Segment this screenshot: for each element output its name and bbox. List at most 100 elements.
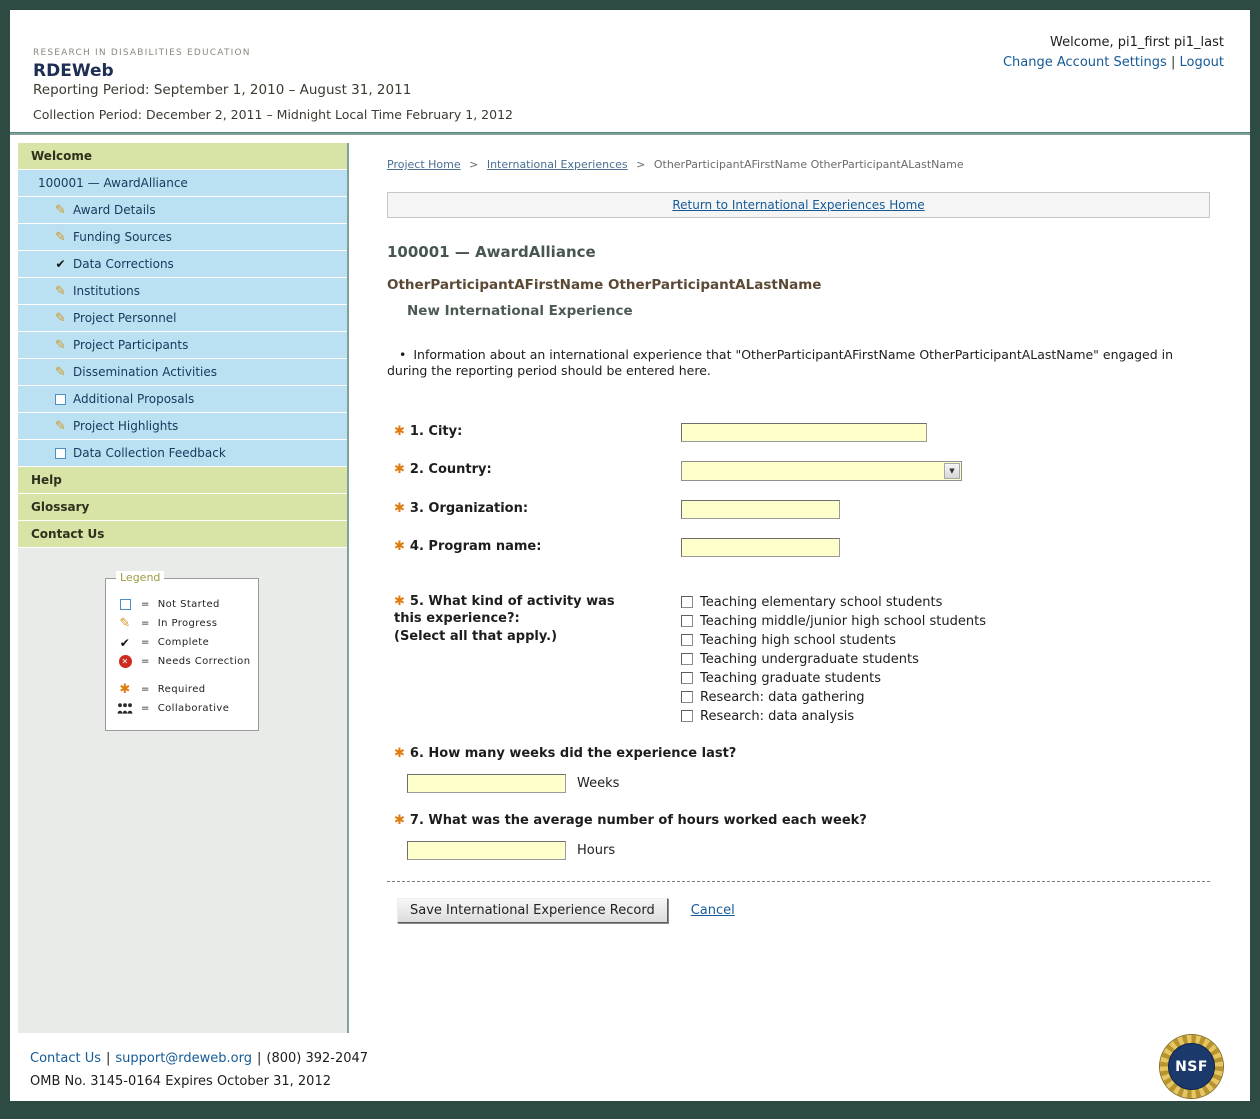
sidebar-item-glossary[interactable]: Glossary [18,494,347,521]
sidebar-item-dissemination-activities[interactable]: ✎ Dissemination Activities [18,359,347,386]
legend-equals: = [141,637,150,648]
sidebar-item-welcome[interactable]: Welcome [18,143,347,170]
activity-note: (Select all that apply.) [394,628,631,646]
breadcrumb-current: OtherParticipantAFirstName OtherParticip… [654,158,964,171]
form-divider [387,881,1210,882]
not-started-checkbox-icon [117,599,133,610]
pencil-icon: ✎ [117,617,133,630]
participant-heading: OtherParticipantAFirstName OtherParticip… [387,277,1210,293]
info-bullet-text: Information about an international exper… [387,347,1173,378]
return-bar: Return to International Experiences Home [387,192,1210,218]
checkbox-icon[interactable] [681,634,693,646]
hours-input[interactable] [407,841,566,860]
checkbox-icon[interactable] [681,615,693,627]
sidebar-item-label: Data Corrections [73,257,174,271]
field-label: 7. What was the average number of hours … [410,813,867,828]
sidebar-item-label: Welcome [31,149,92,163]
sidebar-item-project-participants[interactable]: ✎ Project Participants [18,332,347,359]
required-asterisk-icon: ✱ [394,746,405,761]
required-asterisk-icon: ✱ [394,424,405,439]
pencil-icon: ✎ [52,366,69,379]
sidebar-item-help[interactable]: Help [18,467,347,494]
activity-option-teaching-undergraduate[interactable]: Teaching undergraduate students [681,650,986,669]
sidebar-item-label: Glossary [31,500,89,514]
activity-option-research-data-gathering[interactable]: Research: data gathering [681,688,986,707]
checkbox-icon[interactable] [681,710,693,722]
sidebar-item-award-details[interactable]: ✎ Award Details [18,197,347,224]
weeks-unit-label: Weeks [577,776,619,791]
main-content: Project Home > International Experiences… [349,143,1250,1033]
city-input[interactable] [681,423,927,442]
form-row-country: ✱2. Country: ▼ [387,461,1210,481]
field-label: 3. Organization: [410,501,528,516]
legend-equals: = [141,618,150,629]
breadcrumb-link-international-experiences[interactable]: International Experiences [487,158,628,171]
country-select[interactable]: ▼ [681,461,962,481]
footer-separator: | [106,1051,110,1066]
form-row-city: ✱1. City: [387,423,1210,442]
sidebar-award-item[interactable]: 100001 — AwardAlliance [18,170,347,197]
dropdown-arrow-icon[interactable]: ▼ [944,463,960,479]
return-to-international-experiences-link[interactable]: Return to International Experiences Home [672,198,924,212]
form-title: New International Experience [407,303,1210,319]
sidebar-item-label: Project Highlights [73,419,178,433]
checkbox-label: Teaching undergraduate students [700,652,919,667]
checkbox-icon[interactable] [681,596,693,608]
save-international-experience-button[interactable]: Save International Experience Record [397,898,668,923]
pencil-icon: ✎ [52,312,69,325]
sidebar-item-contact-us[interactable]: Contact Us [18,521,347,548]
sidebar-item-data-corrections[interactable]: ✔ Data Corrections [18,251,347,278]
checkbox-icon[interactable] [681,691,693,703]
activity-option-teaching-middle-junior-high[interactable]: Teaching middle/junior high school stude… [681,612,986,631]
sidebar-item-project-highlights[interactable]: ✎ Project Highlights [18,413,347,440]
change-account-settings-link[interactable]: Change Account Settings [1003,55,1167,70]
activity-option-research-data-analysis[interactable]: Research: data analysis [681,707,986,726]
activity-options: Teaching elementary school students Teac… [681,593,986,726]
sidebar-item-institutions[interactable]: ✎ Institutions [18,278,347,305]
activity-option-teaching-elementary[interactable]: Teaching elementary school students [681,593,986,612]
required-asterisk-icon: ✱ [394,462,405,477]
breadcrumb-link-project-home[interactable]: Project Home [387,158,461,171]
sidebar-item-funding-sources[interactable]: ✎ Funding Sources [18,224,347,251]
header-separator: | [1171,55,1175,70]
pencil-icon: ✎ [52,420,69,433]
activity-option-teaching-graduate[interactable]: Teaching graduate students [681,669,986,688]
checkbox-icon[interactable] [681,672,693,684]
cancel-link[interactable]: Cancel [691,903,735,918]
legend-item-complete: ✔ = Complete [117,633,252,652]
footer-contact-us-link[interactable]: Contact Us [30,1051,101,1066]
sidebar-item-label: Award Details [73,203,156,217]
city-label: ✱1. City: [387,423,681,441]
pencil-icon: ✎ [52,204,69,217]
welcome-user-text: Welcome, pi1_first pi1_last [1003,35,1224,50]
legend-label: Collaborative [158,703,229,714]
legend-spacer [117,671,252,680]
sidebar-award-label: 100001 — AwardAlliance [38,176,188,190]
organization-label: ✱3. Organization: [387,500,681,518]
sidebar-item-label: Additional Proposals [73,392,194,406]
sidebar-item-data-collection-feedback[interactable]: Data Collection Feedback [18,440,347,467]
legend-item-in-progress: ✎ = In Progress [117,614,252,633]
breadcrumb-separator: > [469,158,478,171]
nsf-logo: NSF [1160,1035,1223,1098]
legend-title: Legend [116,571,164,584]
sidebar-item-label: Dissemination Activities [73,365,217,379]
check-icon: ✔ [117,637,133,649]
footer-email-link[interactable]: support@rdeweb.org [115,1051,252,1066]
form-row-activity: ✱5. What kind of activity was this exper… [387,593,1210,726]
required-asterisk-icon: ✱ [394,539,405,554]
checkbox-label: Research: data gathering [700,690,865,705]
weeks-input[interactable] [407,774,566,793]
checkbox-label: Teaching graduate students [700,671,881,686]
organization-input[interactable] [681,500,840,519]
logout-link[interactable]: Logout [1179,55,1224,70]
sidebar-item-project-personnel[interactable]: ✎ Project Personnel [18,305,347,332]
legend: Legend = Not Started ✎ = In Progress ✔ = [105,578,259,731]
program-name-input[interactable] [681,538,840,557]
activity-option-teaching-high-school[interactable]: Teaching high school students [681,631,986,650]
footer-separator: | [257,1051,261,1066]
sidebar-item-additional-proposals[interactable]: Additional Proposals [18,386,347,413]
people-icon [117,703,133,714]
checkbox-icon[interactable] [681,653,693,665]
checkbox-label: Research: data analysis [700,709,854,724]
